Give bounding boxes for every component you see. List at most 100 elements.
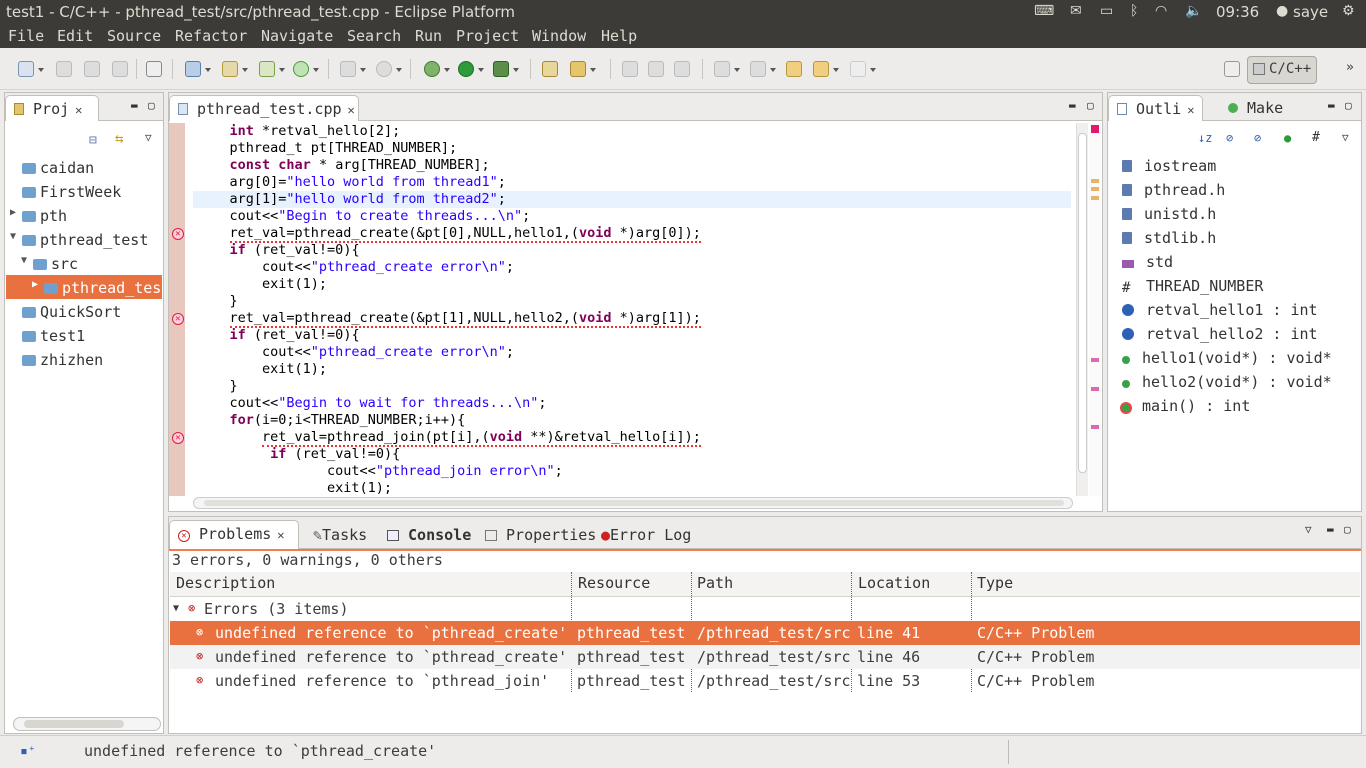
clock[interactable]: 09:36 [1216, 3, 1259, 21]
tree-arrow-icon[interactable]: ▶ [32, 279, 38, 290]
error-marker-icon[interactable]: ✕ [172, 432, 184, 444]
code-line[interactable]: ret_val=pthread_create(&pt[1],NULL,hello… [197, 310, 701, 328]
horizontal-scrollbar[interactable] [13, 717, 161, 731]
problem-row[interactable]: ⊗ undefined reference to `pthread_create'… [170, 645, 1360, 669]
build-icon[interactable] [146, 61, 162, 77]
expand-arrow-icon[interactable]: ▼ [173, 603, 179, 614]
tab-properties[interactable]: Properties [477, 522, 604, 548]
run-icon[interactable] [458, 61, 474, 77]
code-line[interactable]: int *retval_hello[2]; [197, 123, 401, 140]
save-icon[interactable] [56, 61, 72, 77]
code-line[interactable]: cout<<"pthread_create error\n"; [197, 259, 514, 276]
code-line[interactable]: } [197, 378, 238, 395]
prev-annotation-icon[interactable] [750, 61, 766, 77]
menu-project[interactable]: Project [456, 27, 519, 45]
menu-search[interactable]: Search [347, 27, 401, 45]
bluetooth-icon[interactable]: ᛒ [1130, 3, 1138, 19]
hide-nonpublic-icon[interactable]: ● [1284, 131, 1291, 145]
close-icon[interactable]: ✕ [348, 103, 355, 117]
run-external-icon[interactable] [493, 61, 509, 77]
new-class-icon[interactable] [259, 61, 275, 77]
hide-fields-icon[interactable]: ⊘ [1226, 131, 1233, 145]
code-line[interactable]: exit(1); [197, 361, 327, 378]
outline-item[interactable]: retval_hello1 : int [1122, 301, 1318, 325]
link-editor-icon[interactable]: ⇆ [115, 131, 123, 147]
next-annotation-icon[interactable] [714, 61, 730, 77]
code-line[interactable]: } [197, 293, 238, 310]
code-line[interactable]: ret_val=pthread_create(&pt[0],NULL,hello… [197, 225, 701, 243]
gear-icon[interactable]: ⚙ [1342, 3, 1355, 19]
block-icon[interactable] [648, 61, 664, 77]
minimize-icon[interactable]: ▬ [131, 99, 138, 112]
menu-edit[interactable]: Edit [57, 27, 93, 45]
maximize-icon[interactable]: ▢ [1345, 99, 1352, 112]
tab-project-explorer[interactable]: Proj ✕ [5, 95, 99, 121]
tab-pthread-test-cpp[interactable]: pthread_test.cpp ✕ [169, 95, 359, 121]
menu-source[interactable]: Source [107, 27, 161, 45]
problem-row[interactable]: ⊗ undefined reference to `pthread_create'… [170, 621, 1360, 645]
minimize-icon[interactable]: ▬ [1327, 523, 1334, 536]
tab-error-log[interactable]: ●Error Log [593, 522, 699, 548]
code-line[interactable]: if (ret_val!=0){ [197, 446, 400, 463]
col-resource[interactable]: Resource [578, 574, 650, 592]
code-line[interactable]: const char * arg[THREAD_NUMBER]; [197, 157, 490, 174]
wifi-icon[interactable]: ◠ [1155, 3, 1167, 19]
problem-row[interactable]: ⊗ undefined reference to `pthread_join' pt… [170, 669, 1360, 693]
project-item[interactable]: ▼ src [6, 251, 162, 275]
outline-item[interactable]: main() : int [1122, 397, 1250, 421]
annotation-icon[interactable] [622, 61, 638, 77]
open-perspective-icon[interactable] [1224, 61, 1240, 77]
project-item[interactable]: caidan [6, 155, 162, 179]
debug-config-icon[interactable] [376, 61, 392, 77]
code-line[interactable]: pthread_t pt[THREAD_NUMBER]; [197, 140, 458, 157]
mail-icon[interactable]: ✉ [1070, 3, 1082, 19]
col-path[interactable]: Path [697, 574, 733, 592]
code-line[interactable]: arg[1]="hello world from thread2"; [197, 191, 506, 208]
tree-arrow-icon[interactable]: ▼ [10, 231, 16, 242]
outline-item[interactable]: std [1122, 253, 1173, 277]
open-type-icon[interactable] [542, 61, 558, 77]
code-line[interactable]: for(i=0;i<THREAD_NUMBER;i++){ [197, 412, 466, 429]
outline-item[interactable]: # THREAD_NUMBER [1122, 277, 1263, 301]
outline-item[interactable]: iostream [1122, 157, 1216, 181]
fast-view-icon[interactable]: ▪⁺ [20, 744, 36, 759]
error-marker-icon[interactable]: ✕ [172, 228, 184, 240]
code-line[interactable]: if (ret_val!=0){ [197, 242, 360, 259]
project-item[interactable]: QuickSort [6, 299, 162, 323]
menu-help[interactable]: Help [601, 27, 637, 45]
errors-group-row[interactable]: ▼ ⊗ Errors (3 items) [170, 597, 1360, 621]
project-item[interactable]: ▶ pthread_tes [6, 275, 162, 299]
keyboard-icon[interactable]: ⌨ [1034, 3, 1054, 19]
code-line[interactable]: cout<<"Begin to create threads...\n"; [197, 208, 531, 225]
hide-macros-icon[interactable]: # [1312, 130, 1320, 145]
project-item[interactable]: FirstWeek [6, 179, 162, 203]
debug-icon[interactable] [424, 61, 440, 77]
close-icon[interactable]: ✕ [1187, 103, 1194, 117]
code-line[interactable]: cout<<"pthread_create error\n"; [197, 344, 514, 361]
search-icon[interactable] [570, 61, 586, 77]
menu-file[interactable]: File [8, 27, 44, 45]
close-icon[interactable]: ✕ [75, 103, 82, 117]
sort-icon[interactable]: ↓z [1198, 131, 1212, 145]
show-whitespace-icon[interactable] [674, 61, 690, 77]
outline-item[interactable]: unistd.h [1122, 205, 1216, 229]
menu-refactor[interactable]: Refactor [175, 27, 247, 45]
editor-horizontal-scrollbar[interactable] [193, 497, 1073, 509]
code-line[interactable]: exit(1); [197, 276, 327, 293]
outline-item[interactable]: hello2(void*) : void* [1122, 373, 1332, 397]
minimize-icon[interactable]: ▬ [1069, 99, 1076, 112]
view-menu-icon[interactable]: ▽ [1342, 131, 1349, 144]
outline-item[interactable]: retval_hello2 : int [1122, 325, 1318, 349]
save-all-icon[interactable] [84, 61, 100, 77]
outline-item[interactable]: pthread.h [1122, 181, 1225, 205]
col-location[interactable]: Location [858, 574, 930, 592]
hide-static-icon[interactable]: ⊘ [1254, 131, 1261, 145]
project-item[interactable]: test1 [6, 323, 162, 347]
forward-icon[interactable] [850, 61, 866, 77]
new-icon[interactable] [18, 61, 34, 77]
code-line[interactable]: arg[0]="hello world from thread1"; [197, 174, 506, 191]
perspective-cpp-button[interactable]: C/C++ [1247, 56, 1317, 84]
tree-arrow-icon[interactable]: ▼ [21, 255, 27, 266]
col-description[interactable]: Description [176, 574, 275, 592]
project-item[interactable]: zhizhen [6, 347, 162, 371]
